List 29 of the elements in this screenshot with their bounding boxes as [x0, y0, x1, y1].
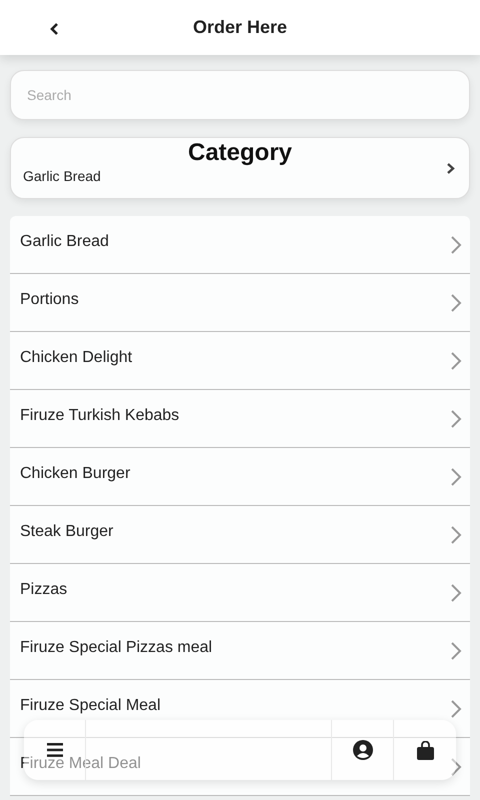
category-list-item[interactable]: Chicken Burger	[10, 448, 470, 506]
chevron-right-icon	[450, 467, 462, 487]
chevron-right-icon	[450, 583, 462, 603]
category-title: Category	[186, 138, 294, 165]
chevron-right-icon	[450, 409, 462, 429]
chevron-right-icon	[450, 235, 462, 255]
back-icon	[50, 22, 60, 36]
user-circle-icon	[352, 740, 372, 760]
page-title: Order Here	[192, 16, 288, 39]
category-list-item[interactable]: Garlic Bread	[10, 216, 470, 274]
category-selector[interactable]: Category Garlic Bread	[10, 137, 470, 199]
chevron-right-icon	[446, 162, 455, 175]
search-field[interactable]: Search	[10, 70, 470, 120]
category-value: Garlic Bread	[23, 167, 101, 186]
category-list-item[interactable]: Steak Burger	[10, 506, 470, 564]
category-list-item[interactable]: Firuze Turkish Kebabs	[10, 390, 470, 448]
chevron-right-icon	[450, 293, 462, 313]
chevron-right-icon	[450, 699, 462, 719]
category-list-item[interactable]: Firuze Special Pizzas meal	[10, 622, 470, 680]
category-list-item[interactable]: Firuze Special Meal	[10, 680, 470, 738]
chevron-right-icon	[450, 757, 462, 777]
category-list-item[interactable]: Chicken Delight	[10, 332, 470, 390]
category-list-item[interactable]: Pizzas	[10, 564, 470, 622]
category-list-item[interactable]: Portions	[10, 274, 470, 332]
chevron-right-icon	[450, 525, 462, 545]
chevron-right-icon	[450, 641, 462, 661]
menu-icon	[46, 743, 62, 757]
chevron-right-icon	[450, 351, 462, 371]
bag-icon	[416, 740, 434, 760]
